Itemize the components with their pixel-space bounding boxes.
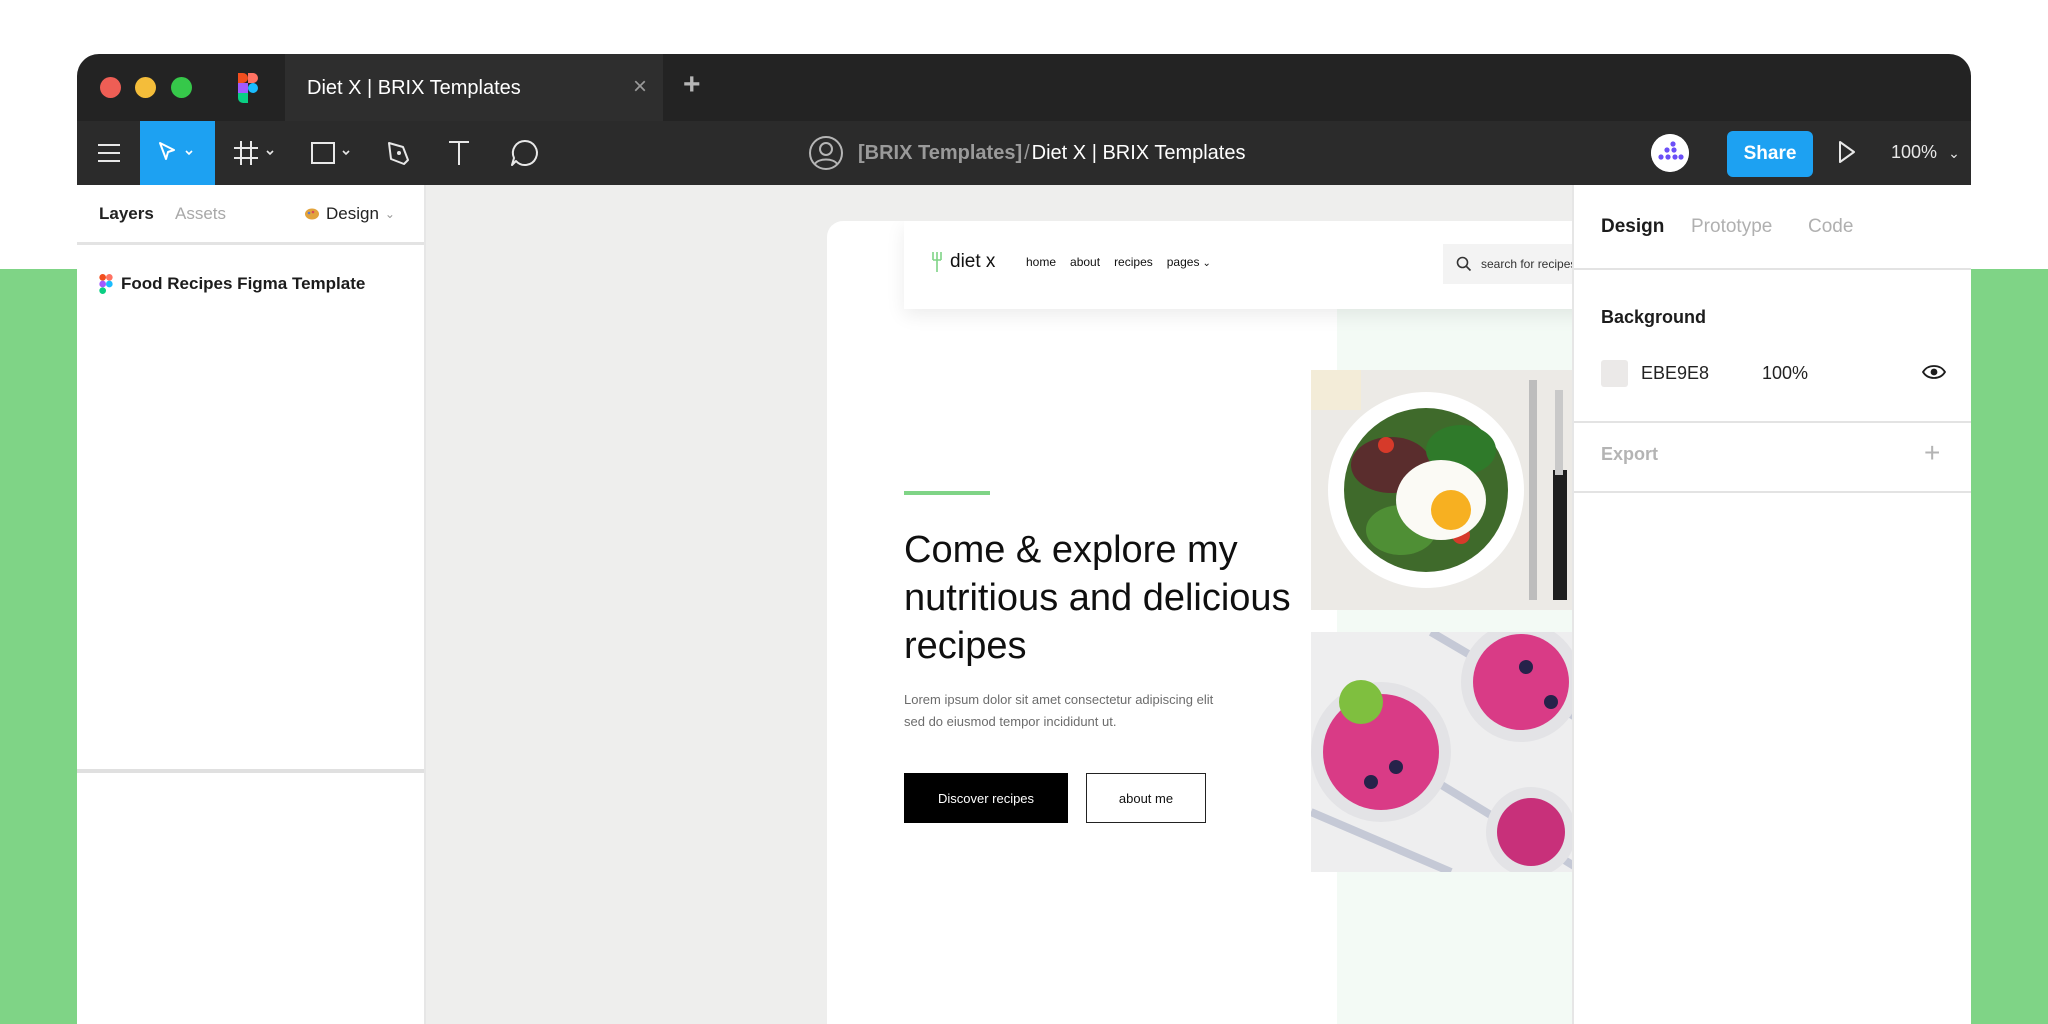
shape-tool-button[interactable] [303,121,363,185]
background-opacity-input[interactable]: 100% [1762,363,1808,384]
berry-drinks-photo [1311,632,1584,872]
add-export-icon[interactable]: + [1924,437,1940,469]
chevron-down-icon: ⌄ [1948,145,1960,161]
window-maximize-button[interactable] [171,77,192,98]
toolbar: [BRIX Templates] / Diet X | BRIX Templat… [77,121,1971,185]
hero-accent-line [904,491,990,495]
cursor-icon [158,142,193,160]
panel-divider [77,769,424,773]
breadcrumb-team[interactable]: [BRIX Templates] [858,142,1022,165]
pen-icon [388,142,409,165]
move-tool-button[interactable] [140,121,215,185]
nav-link-recipes[interactable]: recipes [1114,255,1153,269]
tab-code[interactable]: Code [1808,216,1853,238]
search-placeholder: search for recipes [1481,257,1577,271]
panel-divider [1574,421,1971,423]
breadcrumb[interactable]: [BRIX Templates] / Diet X | BRIX Templat… [808,132,1245,174]
page-selector[interactable]: Design ⌄ [304,204,395,224]
rectangle-icon [311,142,350,164]
pen-tool-button[interactable] [377,121,421,185]
tab-layers[interactable]: Layers [99,204,154,224]
comment-tool-button[interactable] [505,121,545,185]
layer-item-label: Food Recipes Figma Template [121,274,366,293]
chevron-down-icon: ⌄ [384,207,395,221]
eye-icon[interactable] [1922,361,1946,383]
search-icon [1456,256,1472,272]
palette-icon [305,208,319,220]
share-button[interactable]: Share [1727,131,1813,177]
site-nav-links: home about recipes pages ⌄ [1026,255,1211,269]
nav-link-pages-label: pages [1166,255,1200,269]
multiplayer-avatar-icon[interactable] [1651,134,1689,172]
breadcrumb-separator: / [1024,141,1030,164]
window-minimize-button[interactable] [135,77,156,98]
title-bar: Diet X | BRIX Templates × + [77,54,1971,121]
layers-panel: Layers Assets Design ⌄ Food Recipes Figm… [77,185,426,1024]
export-section-title: Export [1601,444,1659,464]
text-icon [449,141,469,165]
layer-item-page[interactable]: Food Recipes Figma Template [99,274,365,294]
site-logo[interactable]: diet x [930,251,995,273]
frame-tool-button[interactable] [227,121,287,185]
user-icon [809,136,843,170]
chevron-down-icon: ⌄ [1202,258,1211,269]
window-close-button[interactable] [100,77,121,98]
canvas[interactable]: diet x home about recipes pages ⌄ search … [426,185,1866,1024]
zoom-dropdown[interactable]: 100% ⌄ [1891,142,1960,163]
tab-design[interactable]: Design [1601,216,1664,238]
zoom-value: 100% [1891,142,1938,162]
background-color-swatch[interactable] [1601,360,1628,387]
site-brand-name: diet x [950,251,996,272]
figma-file-icon [99,274,113,294]
nav-link-home[interactable]: home [1026,255,1056,269]
discover-recipes-button[interactable]: Discover recipes [904,773,1068,823]
close-icon[interactable]: × [633,73,647,101]
comment-icon [511,139,538,166]
fork-leaf-icon [932,252,942,272]
tab-prototype[interactable]: Prototype [1691,216,1772,238]
breadcrumb-file-name[interactable]: Diet X | BRIX Templates [1032,142,1246,165]
frame-icon [234,141,274,165]
panel-divider [1574,491,1971,493]
document-tab[interactable]: Diet X | BRIX Templates × [285,54,663,121]
layers-panel-tabs: Layers Assets Design ⌄ [77,185,424,245]
properties-tabs: Design Prototype Code [1574,185,1971,270]
main-menu-button[interactable] [77,121,141,185]
hero-heading: Come & explore my nutritious and delicio… [904,529,1291,667]
text-tool-button[interactable] [439,121,479,185]
plus-icon[interactable]: + [683,68,701,102]
background-hex-input[interactable]: EBE9E8 [1641,363,1709,384]
background-section-title: Background [1601,307,1707,327]
document-tab-title: Diet X | BRIX Templates [307,77,521,99]
figma-logo-icon[interactable] [238,73,258,103]
hero-description: Lorem ipsum dolor sit amet consectetur a… [904,692,1214,729]
properties-panel: Design Prototype Code Background EBE9E8 … [1572,185,1971,1024]
present-icon[interactable] [1837,139,1857,165]
about-me-button[interactable]: about me [1086,773,1206,823]
nav-link-about[interactable]: about [1070,255,1100,269]
tab-assets[interactable]: Assets [175,204,226,224]
hamburger-icon [98,144,120,162]
figma-window: Diet X | BRIX Templates × + [BRIX Templa… [77,54,1971,1024]
page-selector-label: Design [326,204,379,223]
nav-link-pages[interactable]: pages ⌄ [1167,255,1211,269]
salad-egg-photo [1311,370,1584,610]
